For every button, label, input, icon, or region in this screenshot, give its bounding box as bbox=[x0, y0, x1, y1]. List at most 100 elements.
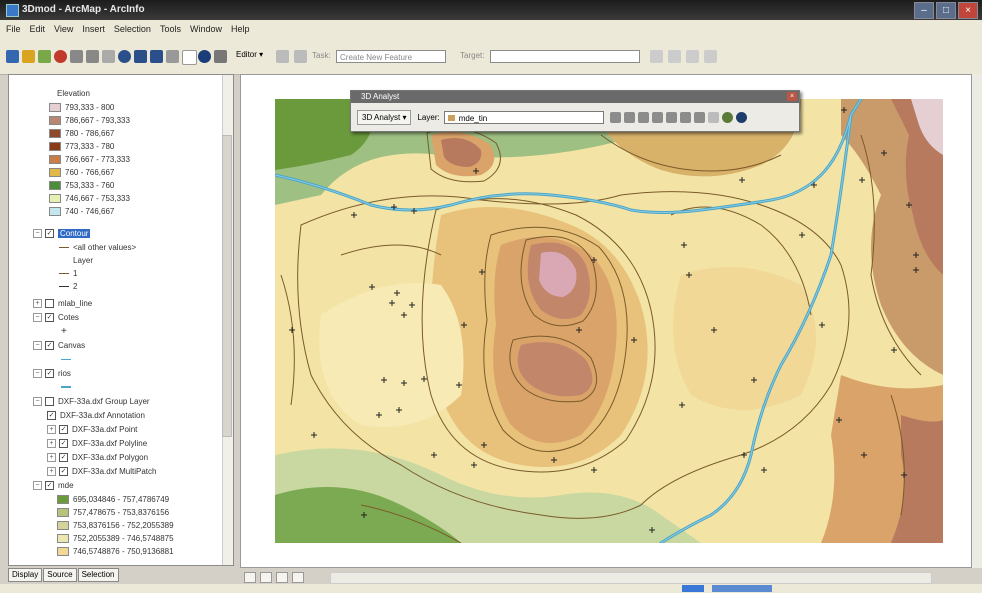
tab-selection[interactable]: Selection bbox=[77, 568, 119, 582]
close-icon[interactable]: × bbox=[787, 92, 797, 101]
attributes-icon[interactable] bbox=[686, 50, 699, 63]
arcglobe-icon[interactable] bbox=[735, 111, 747, 123]
layer-checkbox[interactable]: ✓ bbox=[59, 452, 68, 462]
layer-dropdown[interactable]: mde_tin bbox=[443, 110, 604, 124]
legend-item: 773,333 - 780 bbox=[49, 140, 114, 152]
interpolate-polygon-icon[interactable] bbox=[679, 111, 691, 123]
task-label: Task: bbox=[312, 51, 331, 60]
rotate-tool-icon[interactable] bbox=[668, 50, 681, 63]
line-of-sight-icon[interactable] bbox=[637, 111, 649, 123]
layer-checkbox[interactable]: ✓ bbox=[47, 410, 56, 420]
editor-menu[interactable]: Editor ▾ bbox=[236, 50, 263, 59]
forward-icon[interactable] bbox=[150, 50, 163, 63]
menu-insert[interactable]: Insert bbox=[82, 24, 105, 34]
arcscene-icon[interactable] bbox=[721, 111, 733, 123]
pause-button[interactable] bbox=[292, 571, 304, 583]
layer-mlab-line[interactable]: + mlab_line bbox=[33, 297, 92, 309]
menu-window[interactable]: Window bbox=[190, 24, 222, 34]
sketch-tool-icon[interactable] bbox=[294, 50, 307, 63]
layer-checkbox[interactable]: ✓ bbox=[59, 438, 68, 448]
layer-checkbox[interactable]: ✓ bbox=[45, 368, 54, 378]
legend-item: 753,8376156 - 752,2055389 bbox=[57, 519, 174, 531]
save-icon[interactable] bbox=[6, 50, 19, 63]
collapse-icon[interactable]: − bbox=[33, 480, 42, 490]
expand-icon[interactable]: + bbox=[47, 424, 56, 434]
split-tool-icon[interactable] bbox=[650, 50, 663, 63]
zoom-out-icon[interactable] bbox=[86, 50, 99, 63]
steepest-path-icon[interactable] bbox=[623, 111, 635, 123]
back-icon[interactable] bbox=[134, 50, 147, 63]
map-vertical-scrollbar[interactable] bbox=[972, 74, 982, 568]
add-data-icon[interactable] bbox=[38, 50, 51, 63]
maximize-button[interactable]: □ bbox=[936, 2, 956, 19]
layer-contour[interactable]: − ✓ Contour bbox=[33, 227, 91, 239]
group-item[interactable]: ✓ DXF-33a.dxf Annotation bbox=[47, 409, 145, 421]
collapse-icon[interactable]: − bbox=[33, 228, 42, 238]
open-icon[interactable] bbox=[22, 50, 35, 63]
menu-selection[interactable]: Selection bbox=[114, 24, 151, 34]
layer-mde[interactable]: − ✓ mde bbox=[33, 479, 74, 491]
pan-icon[interactable] bbox=[102, 50, 115, 63]
tab-source[interactable]: Source bbox=[43, 568, 77, 582]
target-dropdown[interactable] bbox=[490, 50, 640, 63]
menu-view[interactable]: View bbox=[54, 24, 73, 34]
refresh-button[interactable] bbox=[276, 571, 288, 583]
zoom-in-icon[interactable] bbox=[70, 50, 83, 63]
layer-checkbox[interactable]: ✓ bbox=[45, 340, 54, 350]
toc-scroll-thumb[interactable] bbox=[222, 135, 232, 437]
select-elements-icon[interactable] bbox=[182, 50, 197, 65]
sketch-properties-icon[interactable] bbox=[704, 50, 717, 63]
3d-analyst-menu-button[interactable]: 3D Analyst ▾ bbox=[357, 109, 412, 125]
profile-graph-icon[interactable] bbox=[693, 111, 705, 123]
select-features-icon[interactable] bbox=[166, 50, 179, 63]
tab-display[interactable]: Display bbox=[8, 568, 43, 582]
layout-view-button[interactable] bbox=[260, 571, 272, 583]
interpolate-line-icon[interactable] bbox=[665, 111, 677, 123]
interpolate-point-icon[interactable] bbox=[651, 111, 663, 123]
layer-checkbox[interactable]: ✓ bbox=[45, 480, 54, 490]
collapse-icon[interactable]: − bbox=[33, 396, 42, 406]
globe-icon[interactable] bbox=[118, 50, 131, 63]
edit-tool-icon[interactable] bbox=[276, 50, 289, 63]
layer-canvas[interactable]: − ✓ Canvas bbox=[33, 339, 85, 351]
legend-item: 740 - 746,667 bbox=[49, 205, 114, 217]
layer-cotes[interactable]: − ✓ Cotes bbox=[33, 311, 79, 323]
map-view[interactable] bbox=[240, 74, 972, 568]
minimize-button[interactable]: – bbox=[914, 2, 934, 19]
group-item[interactable]: + ✓ DXF-33a.dxf MultiPatch bbox=[47, 465, 156, 477]
collapse-icon[interactable]: − bbox=[33, 340, 42, 350]
expand-icon[interactable]: + bbox=[47, 466, 56, 476]
find-icon[interactable] bbox=[214, 50, 227, 63]
group-item[interactable]: + ✓ DXF-33a.dxf Polygon bbox=[47, 451, 148, 463]
layer-checkbox[interactable]: ✓ bbox=[59, 466, 68, 476]
expand-icon[interactable]: + bbox=[47, 452, 56, 462]
contour-tool-icon[interactable] bbox=[609, 111, 621, 123]
data-view-button[interactable] bbox=[244, 571, 256, 583]
expand-icon[interactable]: + bbox=[47, 438, 56, 448]
layer-checkbox[interactable]: ✓ bbox=[45, 312, 54, 322]
group-item[interactable]: + ✓ DXF-33a.dxf Polyline bbox=[47, 437, 147, 449]
menu-edit[interactable]: Edit bbox=[30, 24, 46, 34]
group-layer[interactable]: − DXF-33a.dxf Group Layer bbox=[33, 395, 150, 407]
menu-tools[interactable]: Tools bbox=[160, 24, 181, 34]
close-button[interactable]: × bbox=[958, 2, 978, 19]
stop-icon[interactable] bbox=[54, 50, 67, 63]
layer-checkbox[interactable] bbox=[45, 298, 54, 308]
layer-checkbox[interactable]: ✓ bbox=[45, 228, 54, 238]
menu-file[interactable]: File bbox=[6, 24, 21, 34]
table-of-contents: Elevation 793,333 - 800 786,667 - 793,33… bbox=[8, 74, 234, 566]
task-dropdown[interactable]: Create New Feature bbox=[336, 50, 446, 63]
layer-rios[interactable]: − ✓ rios bbox=[33, 367, 71, 379]
collapse-icon[interactable]: − bbox=[33, 368, 42, 378]
line-swatch bbox=[61, 386, 71, 388]
collapse-icon[interactable]: − bbox=[33, 312, 42, 322]
identify-icon[interactable] bbox=[198, 50, 211, 63]
toc-scrollbar[interactable] bbox=[222, 75, 233, 565]
group-item[interactable]: + ✓ DXF-33a.dxf Point bbox=[47, 423, 137, 435]
expand-icon[interactable]: + bbox=[33, 298, 42, 308]
map-horizontal-scrollbar[interactable] bbox=[330, 572, 932, 584]
menu-help[interactable]: Help bbox=[231, 24, 250, 34]
map-canvas[interactable] bbox=[241, 75, 971, 567]
layer-checkbox[interactable]: ✓ bbox=[59, 424, 68, 434]
layer-checkbox[interactable] bbox=[45, 396, 54, 406]
